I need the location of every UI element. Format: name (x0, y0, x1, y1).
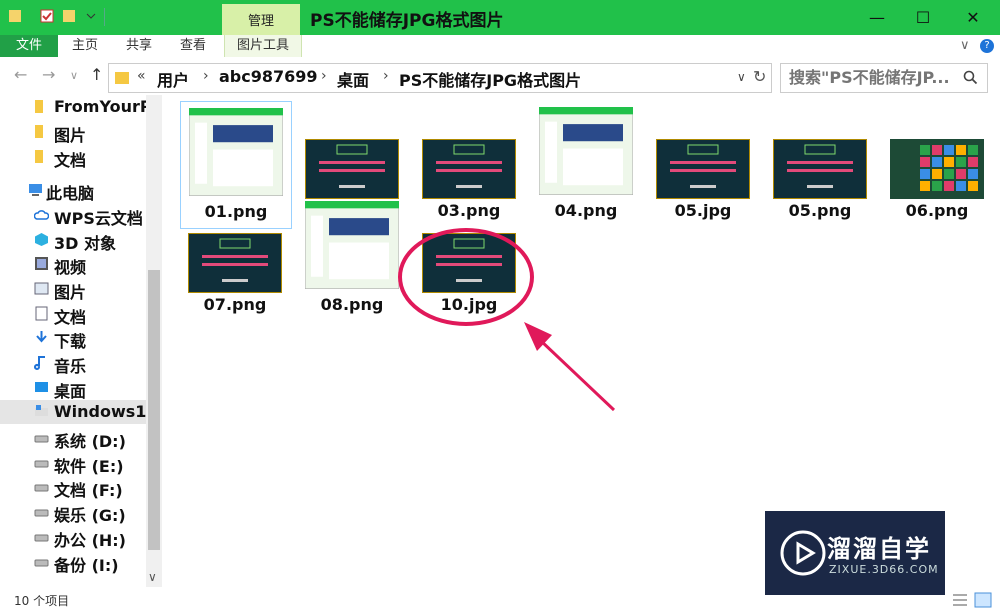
highlight-circle (398, 228, 534, 326)
watermark-site: ZIXUE.3D66.COM (829, 563, 939, 576)
watermark-brand: 溜溜自学 (827, 535, 931, 563)
large-icons-view-icon[interactable] (974, 592, 992, 608)
play-logo-icon (780, 530, 826, 576)
details-view-icon[interactable] (952, 593, 968, 607)
annotation-arrow-shaft (538, 338, 616, 412)
item-count: 10 个项目 (14, 594, 70, 608)
watermark: 溜溜自学 ZIXUE.3D66.COM (765, 511, 945, 595)
